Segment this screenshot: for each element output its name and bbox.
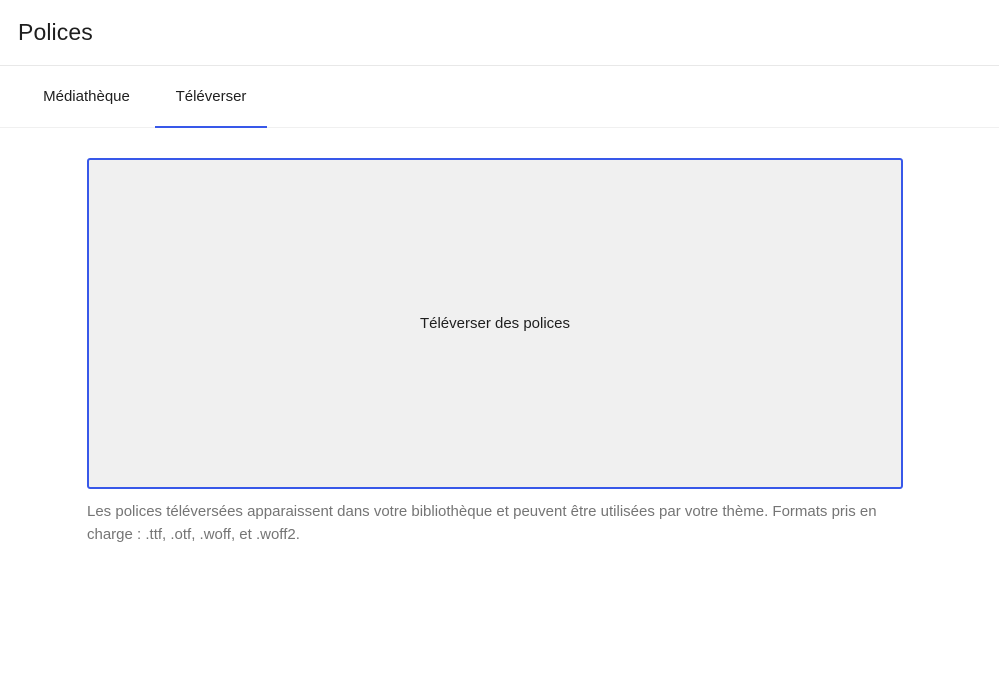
panel-header: Polices xyxy=(0,0,999,66)
upload-section: Téléverser des polices Les polices télév… xyxy=(0,128,999,546)
tab-bar: Médiathèque Téléverser xyxy=(0,66,999,128)
tab-televerser[interactable]: Téléverser xyxy=(155,66,267,128)
page-title: Polices xyxy=(18,19,93,45)
upload-help-text: Les polices téléversées apparaissent dan… xyxy=(87,503,877,543)
dropzone-label: Téléverser des polices xyxy=(419,315,571,332)
tab-mediatheque[interactable]: Médiathèque xyxy=(18,66,155,127)
font-upload-dropzone[interactable]: Téléverser des polices xyxy=(87,158,903,489)
fonts-panel: Polices Médiathèque Téléverser Téléverse… xyxy=(0,0,999,681)
